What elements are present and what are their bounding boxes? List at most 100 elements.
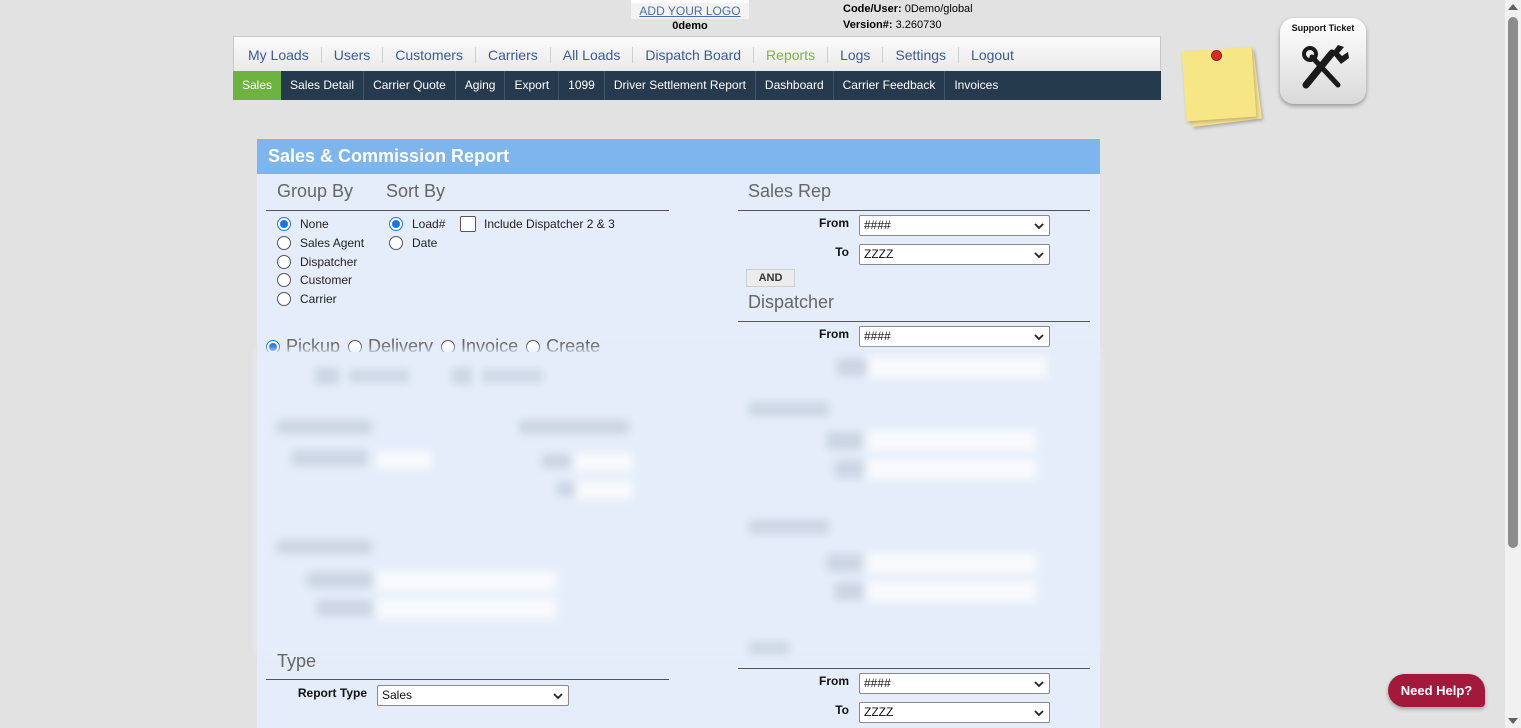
- obscured-block: [307, 572, 372, 588]
- dispatcher-from-select[interactable]: ####: [859, 326, 1050, 347]
- support-ticket-button[interactable]: Support Ticket: [1280, 18, 1366, 104]
- obscured-block: [292, 450, 367, 466]
- nav-carriers[interactable]: Carriers: [476, 46, 551, 63]
- subnav-invoices[interactable]: Invoices: [945, 71, 1007, 100]
- obscured-block: [277, 540, 372, 554]
- group-by-carrier-label: Carrier: [300, 292, 337, 306]
- obscured-region: [257, 350, 1100, 655]
- obscured-block: [277, 420, 372, 434]
- obscured-block: [349, 370, 409, 382]
- sales-commission-panel: Sales & Commission Report Group By Sort …: [257, 139, 1100, 728]
- radio-dot[interactable]: [389, 236, 403, 250]
- bottom-from-select[interactable]: ####: [859, 673, 1050, 694]
- chevron-down-icon: [1034, 252, 1044, 259]
- obscured-block: [317, 600, 372, 616]
- sales-rep-from-select[interactable]: ####: [859, 215, 1050, 236]
- subnav-driver-settlement-report[interactable]: Driver Settlement Report: [605, 71, 756, 100]
- nav-reports[interactable]: Reports: [754, 46, 829, 63]
- obscured-block: [377, 570, 557, 592]
- group-by-sales-agent-label: Sales Agent: [300, 236, 365, 250]
- subnav-dashboard[interactable]: Dashboard: [756, 71, 834, 100]
- scroll-thumb[interactable]: [1508, 17, 1518, 548]
- group-by-dispatcher[interactable]: Dispatcher: [277, 255, 357, 269]
- page-scrollbar[interactable]: [1505, 0, 1521, 728]
- code-user-value: 0Demo/global: [901, 3, 973, 15]
- obscured-block: [867, 430, 1037, 452]
- subnav-carrier-quote[interactable]: Carrier Quote: [364, 71, 456, 100]
- subnav-sales[interactable]: Sales: [233, 71, 282, 100]
- dispatcher-title: Dispatcher: [748, 292, 835, 312]
- checkbox-box[interactable]: [460, 216, 476, 232]
- sales-rep-to-select[interactable]: ZZZZ: [859, 244, 1050, 265]
- nav-customers[interactable]: Customers: [383, 46, 476, 63]
- bottom-to-value: ZZZZ: [864, 705, 894, 719]
- type-divider: [266, 679, 669, 680]
- obscured-block: [835, 460, 863, 478]
- dispatcher-from-value: ####: [864, 329, 891, 343]
- group-by-title: Group By: [277, 181, 354, 201]
- group-by-carrier[interactable]: Carrier: [277, 292, 337, 306]
- obscured-block: [575, 480, 633, 500]
- sort-by-date[interactable]: Date: [389, 236, 437, 250]
- bottom-from-value: ####: [864, 676, 891, 690]
- scroll-down-icon[interactable]: [1508, 718, 1518, 724]
- nav-all-loads[interactable]: All Loads: [551, 46, 634, 63]
- add-logo-link[interactable]: ADD YOUR LOGO: [631, 0, 749, 19]
- radio-dot[interactable]: [277, 236, 291, 250]
- scroll-up-icon[interactable]: [1508, 4, 1518, 10]
- radio-dot[interactable]: [277, 273, 291, 287]
- nav-dispatch-board[interactable]: Dispatch Board: [633, 46, 755, 63]
- obscured-block: [827, 554, 862, 572]
- sales-rep-title: Sales Rep: [748, 181, 832, 201]
- chevron-down-icon: [1034, 223, 1044, 230]
- version-value: 3.260730: [892, 19, 942, 31]
- obscured-block: [867, 580, 1037, 602]
- chevron-down-icon: [1034, 710, 1044, 717]
- subnav-aging[interactable]: Aging: [456, 71, 506, 100]
- sticky-notes-icon[interactable]: [1181, 45, 1263, 128]
- radio-dot[interactable]: [389, 217, 403, 231]
- tools-icon: [1302, 45, 1349, 89]
- obscured-block: [519, 420, 629, 434]
- include-dispatcher-label: Include Dispatcher 2 & 3: [484, 217, 615, 231]
- radio-dot[interactable]: [277, 217, 291, 231]
- include-dispatcher-checkbox[interactable]: Include Dispatcher 2 & 3: [460, 216, 615, 232]
- chevron-down-icon: [1034, 334, 1044, 341]
- top-nav: My Loads Users Customers Carriers All Lo…: [233, 36, 1161, 72]
- code-user-label: Code/User:: [843, 3, 902, 15]
- nav-logs[interactable]: Logs: [828, 46, 884, 63]
- nav-my-loads[interactable]: My Loads: [236, 46, 322, 63]
- radio-dot[interactable]: [277, 255, 291, 269]
- subnav-1099[interactable]: 1099: [559, 71, 605, 100]
- subnav-sales-detail[interactable]: Sales Detail: [281, 71, 365, 100]
- sort-by-title: Sort By: [386, 181, 446, 201]
- sort-by-load-label: Load#: [412, 217, 446, 231]
- dispatcher-from-label: From: [819, 327, 849, 341]
- sort-by-load[interactable]: Load#: [389, 217, 445, 231]
- obscured-block: [749, 402, 829, 416]
- subnav-export[interactable]: Export: [505, 71, 560, 100]
- obscured-block: [452, 368, 472, 384]
- nav-logout[interactable]: Logout: [959, 47, 1026, 63]
- group-by-sales-agent[interactable]: Sales Agent: [277, 236, 364, 250]
- report-type-label: Report Type: [297, 686, 367, 700]
- pushpin-icon: [1212, 51, 1221, 60]
- group-by-none-label: None: [300, 217, 329, 231]
- radio-dot[interactable]: [277, 292, 291, 306]
- group-by-none[interactable]: None: [277, 217, 329, 231]
- bottom-range-divider: [738, 668, 1090, 669]
- nav-settings[interactable]: Settings: [883, 46, 960, 63]
- obscured-block: [575, 452, 633, 472]
- report-type-select[interactable]: Sales: [377, 685, 569, 706]
- subnav-carrier-feedback[interactable]: Carrier Feedback: [834, 71, 946, 100]
- bottom-to-select[interactable]: ZZZZ: [859, 702, 1050, 723]
- sales-rep-to-label: To: [835, 245, 849, 259]
- sales-rep-from-value: ####: [864, 218, 891, 232]
- obscured-block: [867, 356, 1047, 378]
- group-by-customer[interactable]: Customer: [277, 273, 352, 287]
- version-info: Version#: 3.260730: [843, 19, 941, 31]
- need-help-button[interactable]: Need Help?: [1388, 674, 1485, 707]
- nav-users[interactable]: Users: [322, 46, 384, 63]
- obscured-block: [315, 368, 339, 384]
- and-button[interactable]: AND: [746, 269, 795, 287]
